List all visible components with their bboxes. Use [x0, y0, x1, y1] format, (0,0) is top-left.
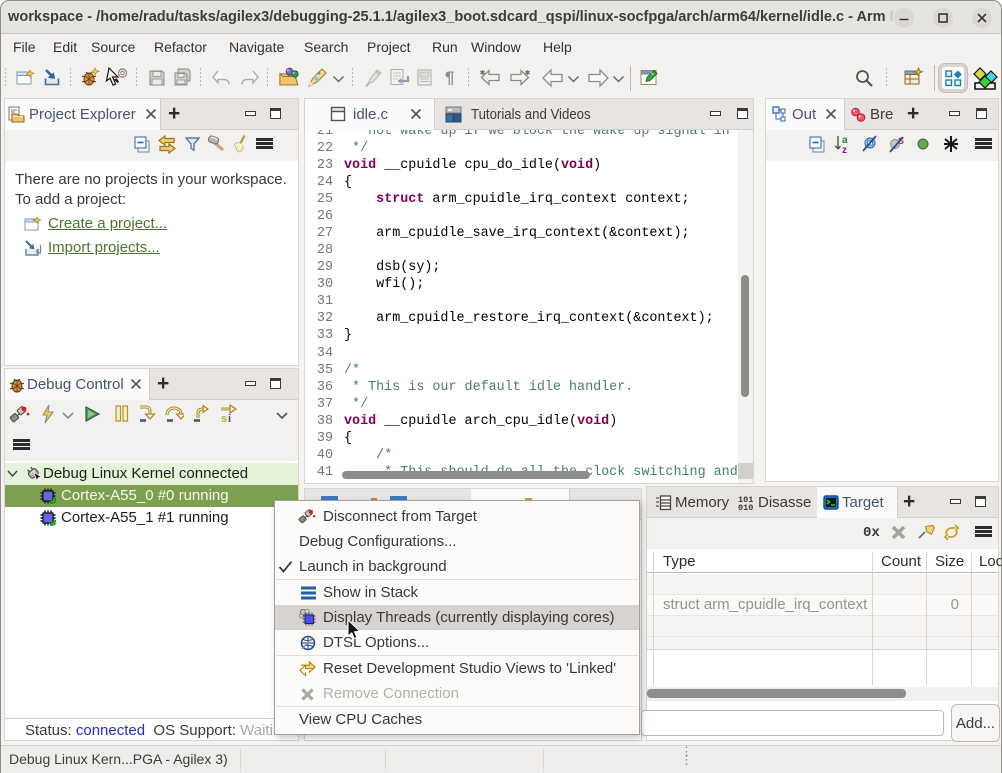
svg-text:010: 010	[738, 503, 753, 512]
svg-text:s: s	[221, 413, 227, 424]
svg-text:i: i	[228, 413, 231, 424]
svg-text:z: z	[842, 145, 847, 154]
